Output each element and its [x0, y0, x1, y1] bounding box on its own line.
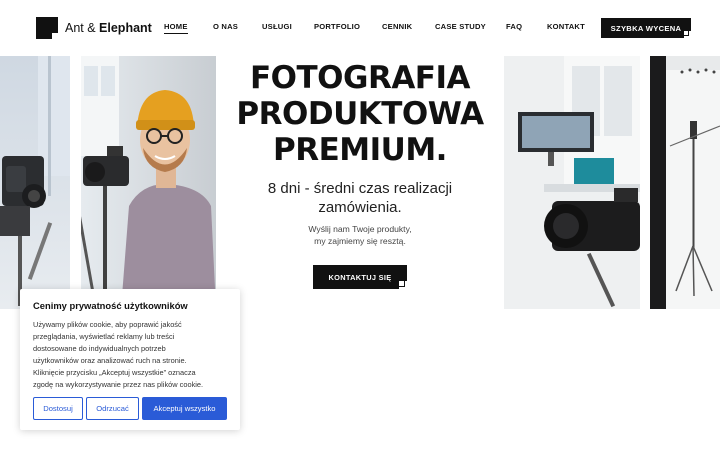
- nav-item-o-nas[interactable]: O NAS: [213, 22, 238, 31]
- photo-photographer: [81, 56, 216, 309]
- hero-subtitle: 8 dni - średni czas realizacji zamówieni…: [216, 179, 504, 217]
- cookie-text-line: dostosowane do indywidualnych potrzeb: [33, 344, 166, 353]
- nav-item-cennik[interactable]: CENNIK: [382, 22, 412, 31]
- nav-item-uslugi[interactable]: USŁUGI: [262, 22, 292, 31]
- cookie-text: Używamy plików cookie, aby poprawić jako…: [33, 319, 227, 391]
- hero-title-line: FOTOGRAFIA: [249, 60, 471, 96]
- cookie-text-line: zgodę na wykorzystywanie przez nas plikó…: [33, 380, 204, 389]
- customize-button[interactable]: Dostosuj: [33, 397, 83, 420]
- cookie-title: Cenimy prywatność użytkowników: [33, 300, 188, 311]
- contact-button-label: KONTAKTUJ SIĘ: [328, 272, 392, 282]
- accept-all-button[interactable]: Akceptuj wszystko: [142, 397, 227, 420]
- hero-description-line: my zajmiemy się resztą.: [314, 236, 406, 246]
- hero-section: FOTOGRAFIA PRODUKTOWA PREMIUM. 8 dni - ś…: [216, 56, 504, 289]
- quick-quote-label: SZYBKA WYCENA: [610, 23, 682, 33]
- cookie-text-line: użytkowników oraz analizować ruch na str…: [33, 356, 187, 365]
- nav-item-case-study[interactable]: CASE STUDY: [435, 22, 486, 31]
- cookie-text-line: Kliknięcie przycisku „Akceptuj wszystkie…: [33, 368, 196, 377]
- hero-subtitle-line: 8 dni - średni czas realizacji: [267, 180, 453, 197]
- hero-description-line: Wyślij nam Twoje produkty,: [308, 224, 412, 234]
- nav-item-faq[interactable]: FAQ: [506, 22, 522, 31]
- cookie-text-line: przeglądania, wyświetlać reklamy lub tre…: [33, 332, 175, 341]
- hero-title-line: PRODUKTOWA: [236, 96, 484, 132]
- site-header: Ant & Elephant HOME O NAS USŁUGI PORTFOL…: [0, 0, 720, 56]
- photo-light-stands: [650, 56, 720, 309]
- cookie-text-line: Używamy plików cookie, aby poprawić jako…: [33, 320, 182, 329]
- hero-subtitle-line: zamówienia.: [318, 199, 402, 216]
- cookie-consent-dialog: Cenimy prywatność użytkowników Używamy p…: [20, 289, 240, 430]
- hero-title-line: PREMIUM.: [273, 132, 447, 168]
- nav-item-portfolio[interactable]: PORTFOLIO: [314, 22, 360, 31]
- hero-description: Wyślij nam Twoje produkty, my zajmiemy s…: [216, 223, 504, 247]
- quick-quote-button[interactable]: SZYBKA WYCENA: [601, 18, 691, 38]
- photo-camera-left: [0, 56, 70, 309]
- contact-button[interactable]: KONTAKTUJ SIĘ: [313, 265, 407, 289]
- hero-title: FOTOGRAFIA PRODUKTOWA PREMIUM.: [216, 60, 504, 168]
- nav-item-kontakt[interactable]: KONTAKT: [547, 22, 585, 31]
- reject-button[interactable]: Odrzucać: [86, 397, 139, 420]
- photo-studio-lens: [504, 56, 640, 309]
- nav-item-home[interactable]: HOME: [164, 22, 188, 34]
